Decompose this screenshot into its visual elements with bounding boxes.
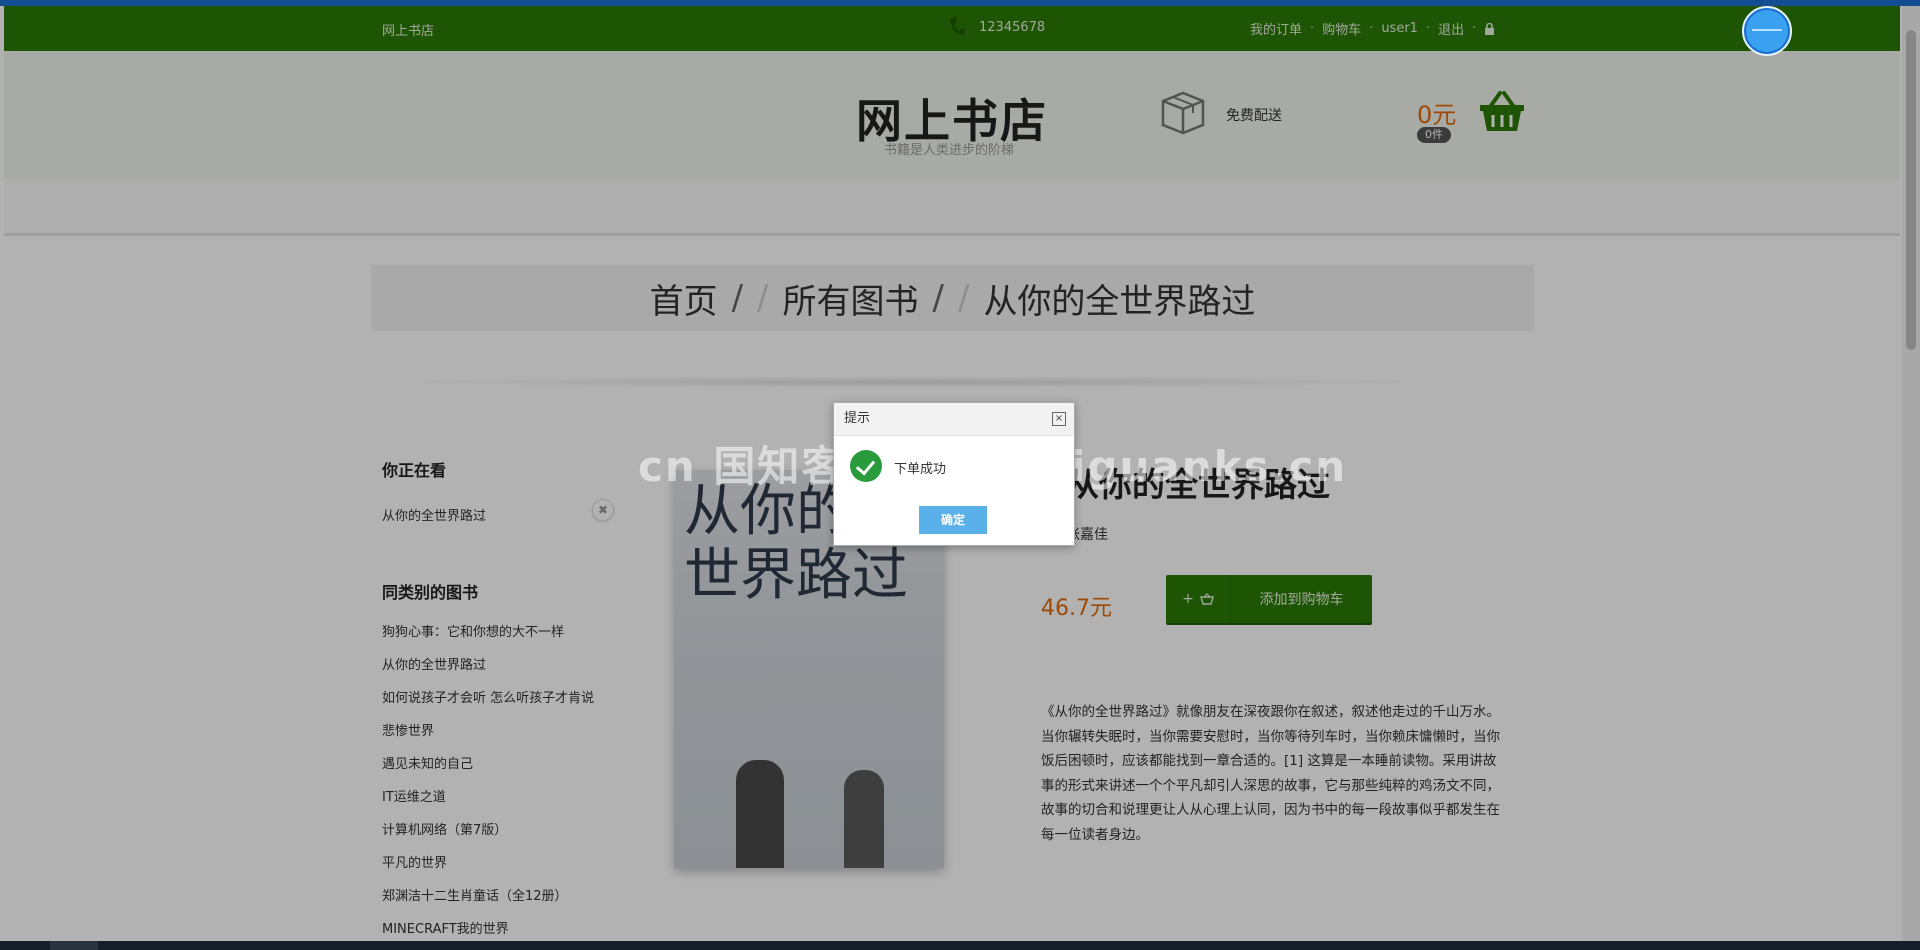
alert-dialog: 提示 × 下单成功 确定 — [833, 402, 1075, 546]
confirm-button[interactable]: 确定 — [919, 506, 987, 534]
dialog-header: 提示 × — [834, 403, 1074, 436]
assistant-bubble[interactable] — [1742, 6, 1792, 56]
dialog-title: 提示 — [844, 411, 871, 426]
dialog-message: 下单成功 — [894, 462, 947, 477]
success-icon — [850, 450, 882, 482]
close-icon[interactable]: × — [1052, 412, 1066, 426]
dialog-body: 下单成功 — [834, 436, 1074, 496]
